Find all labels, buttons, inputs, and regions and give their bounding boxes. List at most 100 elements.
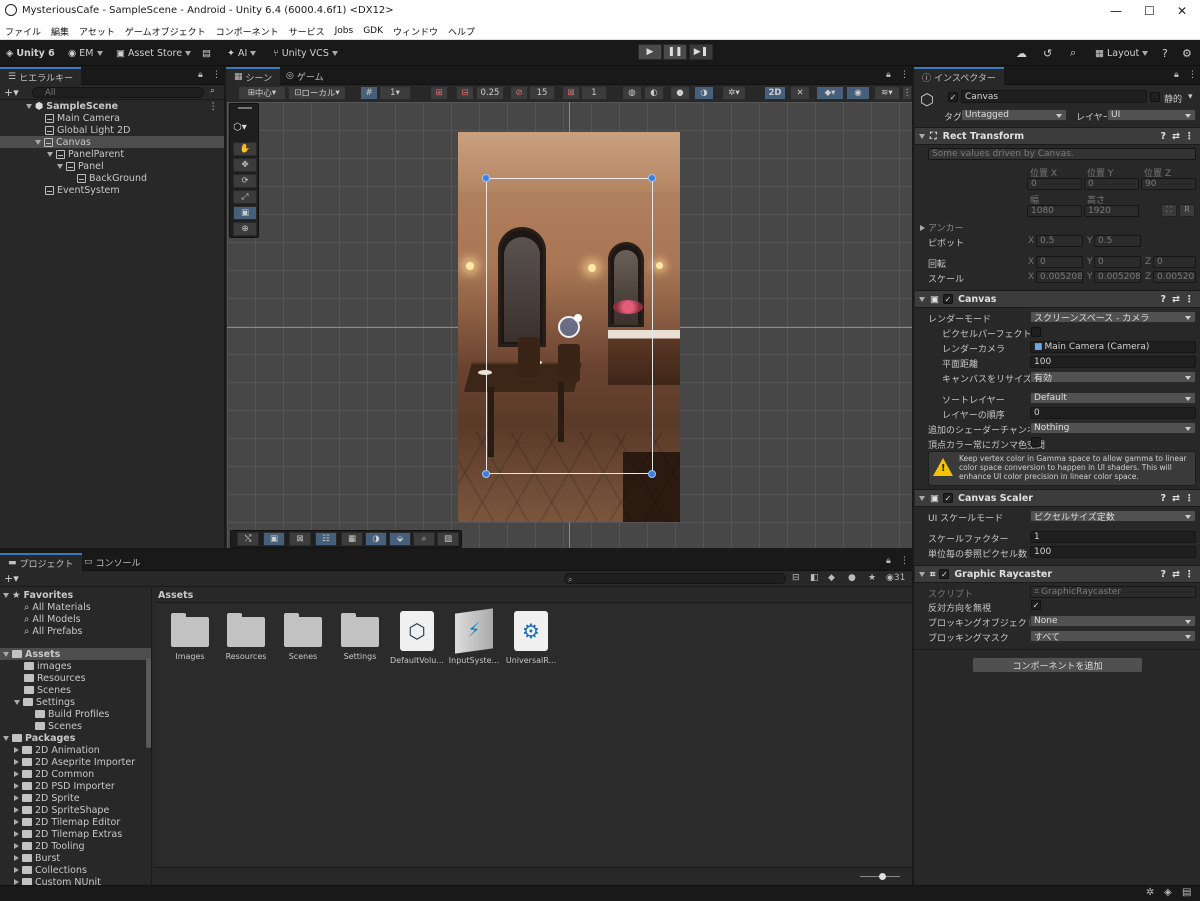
layout-dropdown[interactable]: ▦ Layout (1095, 45, 1149, 61)
scale-z-field[interactable]: 0.005208 (1153, 271, 1196, 283)
tab-inspector[interactable]: ⓘ インスペクター (914, 67, 1004, 85)
zoom-slider-handle[interactable] (879, 873, 886, 880)
asset-folder-images[interactable]: Images (162, 613, 218, 661)
transform-tool-icon[interactable]: ⊕ (233, 222, 257, 236)
add-icon[interactable]: +▾ (4, 86, 19, 99)
shading-lit-icon[interactable]: ◑ (694, 86, 714, 100)
static-dropdown-icon[interactable]: ▾ (1188, 92, 1193, 102)
scale-y-field[interactable]: 0.005208 (1094, 271, 1141, 283)
ui-scale-mode-dropdown[interactable]: ピクセルサイズ定数 (1030, 510, 1196, 522)
rot-y-field[interactable]: 0 (1094, 256, 1141, 268)
lock-icon[interactable]: 🔒︎ (198, 70, 203, 80)
scale-snap-icon[interactable]: ⊠ (562, 86, 580, 100)
layer-dropdown[interactable]: UI (1107, 109, 1196, 121)
render-mode-dropdown[interactable]: スクリーンスペース - カメラ (1030, 311, 1196, 323)
tab-hierarchy[interactable]: ☰ ヒエラルキー (0, 67, 82, 85)
hierarchy-item-main-camera[interactable]: Main Camera (0, 112, 224, 124)
hierarchy-item-samplescene[interactable]: ⬢ SampleScene ⋮ (0, 100, 224, 112)
rect-handle-top-left[interactable] (482, 174, 490, 182)
step-button[interactable]: ▶❚ (689, 44, 713, 60)
debug-icon[interactable]: ✲ (1146, 887, 1154, 898)
order-field[interactable]: 0 (1030, 407, 1196, 419)
asset-folder-item[interactable]: images (24, 660, 72, 672)
asset-universal-rp[interactable]: ⚙ UniversalR... (503, 611, 559, 665)
gizmo-globe-icon[interactable]: ◍ (622, 86, 642, 100)
rect-transform-header[interactable]: ⛶ Rect Transform ? ⇄ ⋮ (915, 127, 1200, 145)
package-item[interactable]: 2D Tooling (14, 840, 85, 852)
pos-y-field[interactable]: 0 (1084, 178, 1139, 190)
add-component-button[interactable]: コンポーネントを追加 (972, 657, 1143, 673)
pos-x-field[interactable]: 0 (1027, 178, 1082, 190)
package-item[interactable]: Burst (14, 852, 60, 864)
menu-assets[interactable]: アセット (79, 25, 115, 38)
asset-default-volume[interactable]: ⬡ DefaultVolu... (389, 611, 445, 665)
maximize-button[interactable]: ☐ (1144, 4, 1155, 18)
search-icon[interactable]: ⌕ (1070, 45, 1076, 61)
favorite-item[interactable]: ⌕ All Prefabs (24, 625, 82, 637)
component-enabled-checkbox[interactable]: ✓ (942, 294, 953, 304)
menu-jobs[interactable]: Jobs (335, 26, 354, 36)
ui-toolkit-icon[interactable]: ☷ (315, 532, 337, 546)
menu-gameobject[interactable]: ゲームオブジェクト (125, 25, 206, 38)
sorting-layer-dropdown[interactable]: Default (1030, 392, 1196, 404)
package-item[interactable]: 2D Animation (14, 744, 100, 756)
resize-dropdown[interactable]: 有効 (1030, 371, 1196, 383)
hierarchy-item-panelparent[interactable]: PanelParent (0, 148, 224, 160)
pivot-y-field[interactable]: 0.5 (1094, 235, 1141, 247)
ref-ppu-field[interactable]: 100 (1030, 546, 1196, 558)
kebab-menu-icon[interactable]: ⋮ (1185, 569, 1195, 580)
lock-icon[interactable]: 🔒︎ (1174, 70, 1179, 80)
pivot-x-field[interactable]: 0.5 (1036, 235, 1083, 247)
search-by-type-icon[interactable]: ⊟ (792, 573, 800, 583)
package-item[interactable]: 2D PSD Importer (14, 780, 115, 792)
notifications-icon[interactable]: ▤ (1182, 887, 1191, 898)
hierarchy-item-global-light[interactable]: Global Light 2D (0, 124, 224, 136)
asset-folder-item[interactable]: Resources (24, 672, 86, 684)
rect-tool-icon[interactable]: ▣ (233, 206, 257, 220)
vcs-dropdown[interactable]: ⑂ Unity VCS (273, 45, 338, 61)
graphic-raycaster-header[interactable]: ⌗ ✓ Graphic Raycaster ? ⇄ ⋮ (915, 565, 1200, 583)
package-item[interactable]: Collections (14, 864, 87, 876)
kebab-menu-icon[interactable]: ⋮ (1185, 493, 1195, 504)
help-icon[interactable]: ? (1160, 131, 1166, 142)
packages-root-item[interactable]: Packages (3, 732, 75, 744)
scene-viewport[interactable] (227, 102, 912, 548)
rot-x-field[interactable]: 0 (1036, 256, 1083, 268)
help-icon[interactable]: ? (1160, 493, 1166, 504)
raw-edit-button[interactable]: R (1179, 204, 1195, 217)
minimize-button[interactable]: — (1110, 4, 1122, 18)
asset-folder-item[interactable]: Settings (14, 696, 75, 708)
camera-preview-icon[interactable]: ▨ (437, 532, 459, 546)
presets-icon[interactable]: ⇄ (1172, 131, 1180, 142)
kebab-menu-icon[interactable]: ⋮ (1185, 294, 1195, 305)
rot-z-field[interactable]: 0 (1153, 256, 1196, 268)
pause-button[interactable]: ❚❚ (663, 44, 687, 60)
move-snap-icon[interactable]: ⊟ (456, 86, 474, 100)
menu-component[interactable]: コンポーネント (216, 25, 279, 38)
assets-root-item[interactable]: Assets (0, 648, 151, 660)
asset-folder-resources[interactable]: Resources (218, 613, 274, 661)
scale-x-field[interactable]: 0.005208 (1036, 271, 1083, 283)
tile-palette-icon[interactable]: ▦ (341, 532, 363, 546)
blocking-mask-dropdown[interactable]: すべて (1030, 630, 1196, 642)
object-name-input[interactable]: Canvas (961, 90, 1147, 103)
hierarchy-search-input[interactable]: All (32, 87, 204, 98)
presets-icon[interactable]: ⇄ (1172, 569, 1180, 580)
presets-icon[interactable]: ⇄ (1172, 294, 1180, 305)
debug-draw-icon[interactable]: ✲▾ (722, 86, 746, 100)
scrollbar-thumb[interactable] (146, 658, 151, 748)
component-enabled-checkbox[interactable]: ✓ (939, 569, 950, 579)
move-tool-icon[interactable]: ✥ (233, 158, 257, 172)
play-button[interactable]: ▶ (638, 44, 662, 60)
presets-icon[interactable]: ⇄ (1172, 493, 1180, 504)
layers-icon[interactable]: ≋▾ (874, 86, 900, 100)
kebab-menu-icon[interactable]: ⋮ (212, 70, 221, 80)
zoom-icon[interactable]: ⌕ (413, 532, 435, 546)
help-icon[interactable]: ? (1160, 294, 1166, 305)
asset-folder-item[interactable]: Build Profiles (35, 708, 109, 720)
package-item[interactable]: Custom NUnit (14, 876, 101, 885)
history-icon[interactable]: ↺ (1043, 45, 1052, 61)
kebab-menu-icon[interactable]: ⋮ (1188, 70, 1197, 80)
effects-dropdown-icon[interactable]: ◆▾ (816, 86, 844, 100)
search-options-icon[interactable]: ⌕ (210, 86, 215, 96)
